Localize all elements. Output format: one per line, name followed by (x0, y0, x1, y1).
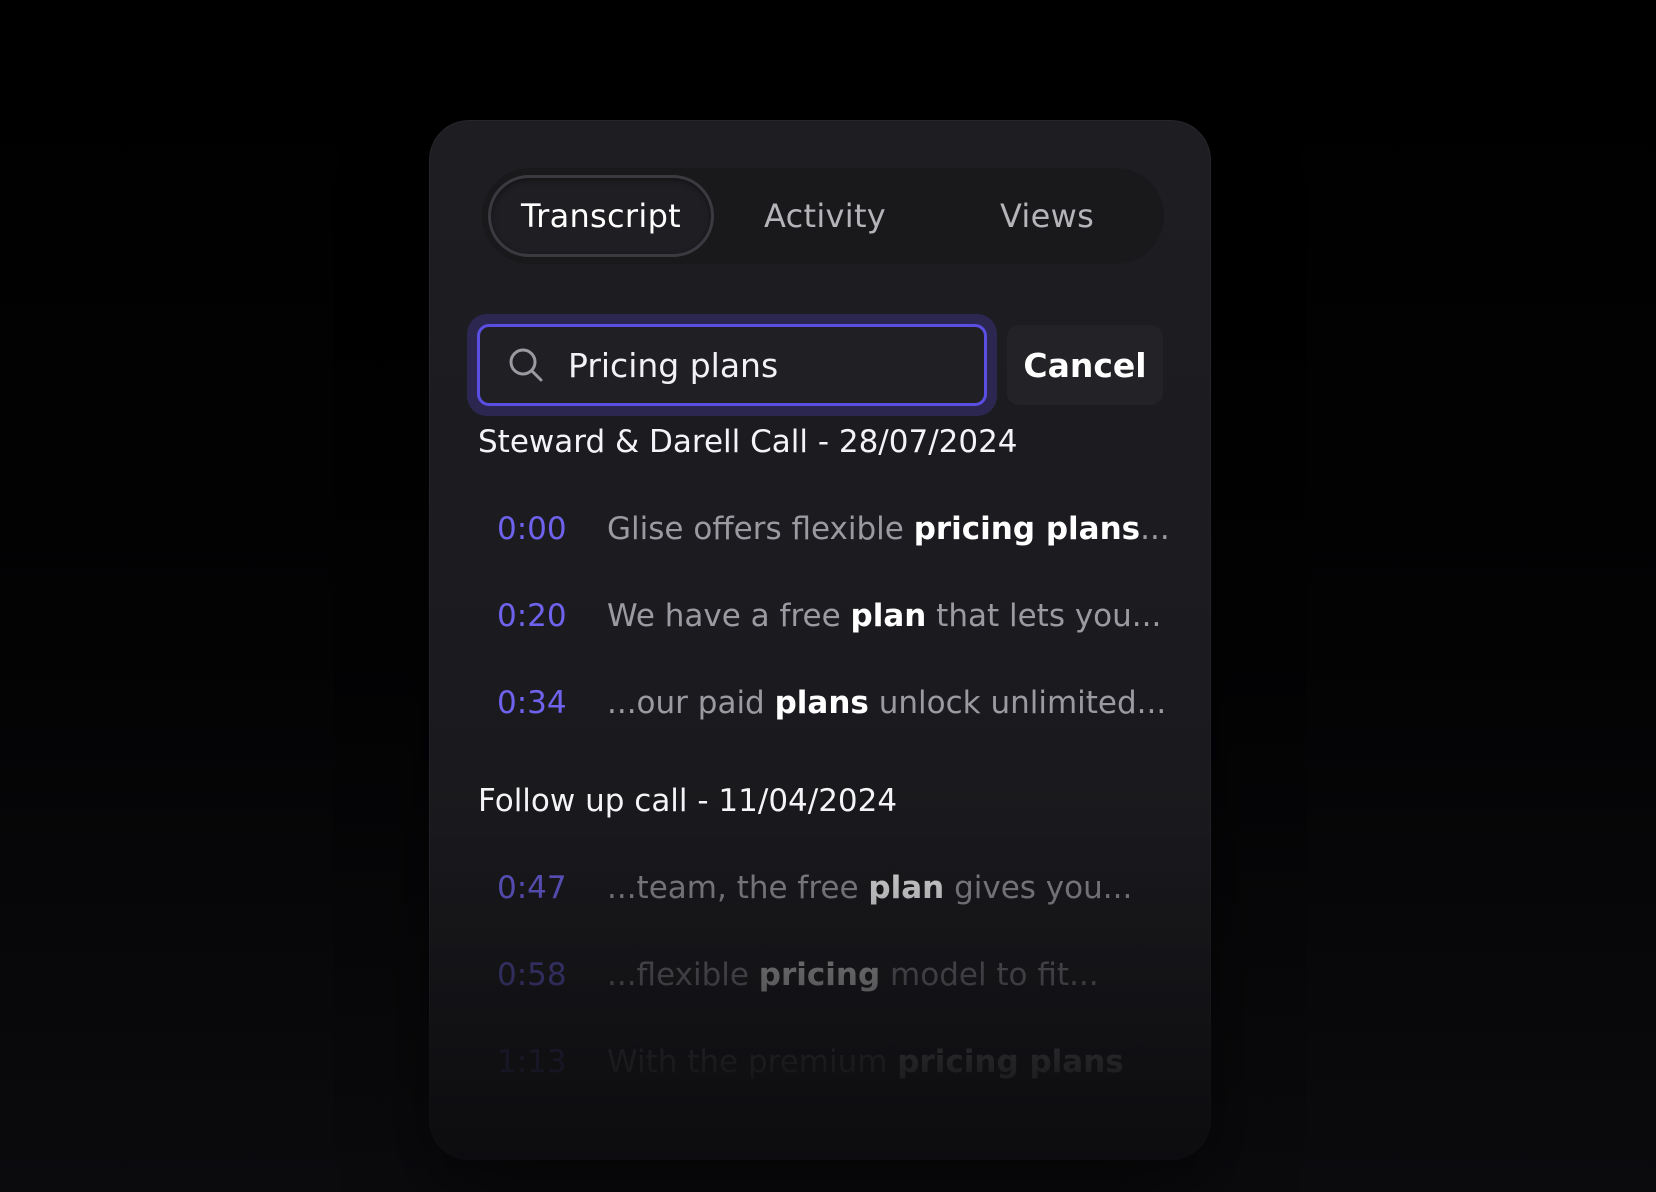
result-snippet: We have a free plan that lets you... (607, 598, 1162, 634)
result-snippet: Glise offers flexible pricing plans... (607, 511, 1170, 547)
result-snippet: With the premium pricing plans (607, 1044, 1124, 1080)
tab-transcript[interactable]: Transcript (488, 175, 714, 257)
result-row[interactable]: 0:20 We have a free plan that lets you..… (497, 591, 1161, 641)
match-highlight: pricing (758, 957, 881, 993)
timestamp[interactable]: 0:34 (497, 685, 607, 721)
search-input[interactable] (566, 344, 970, 386)
call-title: Steward & Darell Call - 28/07/2024 (478, 424, 1018, 460)
match-highlight: plan (850, 598, 927, 634)
timestamp[interactable]: 0:47 (497, 870, 607, 906)
tab-bar: Transcript Activity Views (482, 168, 1164, 264)
match-highlight: plans (774, 685, 869, 721)
background: Transcript Activity Views Cancel Steward… (0, 0, 1656, 1192)
transcript-panel: Transcript Activity Views Cancel Steward… (429, 120, 1211, 1160)
timestamp[interactable]: 0:00 (497, 511, 607, 547)
result-row[interactable]: 0:47 ...team, the free plan gives you... (497, 863, 1132, 913)
match-highlight: plan (868, 870, 945, 906)
result-row[interactable]: 0:00 Glise offers flexible pricing plans… (497, 504, 1170, 554)
search-icon (506, 345, 546, 385)
search-focus-ring (467, 314, 997, 416)
timestamp[interactable]: 1:13 (497, 1044, 607, 1080)
result-row[interactable]: 0:34 ...our paid plans unlock unlimited.… (497, 678, 1166, 728)
result-row[interactable]: 0:58 ...flexible pricing model to fit... (497, 950, 1099, 1000)
tab-activity[interactable]: Activity (714, 175, 936, 257)
search-field[interactable] (477, 324, 987, 406)
result-row[interactable]: 1:13 With the premium pricing plans (497, 1037, 1124, 1087)
match-highlight: pricing plans (897, 1044, 1124, 1080)
timestamp[interactable]: 0:20 (497, 598, 607, 634)
match-highlight: pricing plans (913, 511, 1141, 547)
result-snippet: ...flexible pricing model to fit... (607, 957, 1099, 993)
result-snippet: ...team, the free plan gives you... (607, 870, 1133, 906)
cancel-button[interactable]: Cancel (1007, 325, 1163, 405)
timestamp[interactable]: 0:58 (497, 957, 607, 993)
tab-views[interactable]: Views (936, 175, 1158, 257)
result-snippet: ...our paid plans unlock unlimited... (607, 685, 1167, 721)
call-title: Follow up call - 11/04/2024 (478, 783, 898, 819)
